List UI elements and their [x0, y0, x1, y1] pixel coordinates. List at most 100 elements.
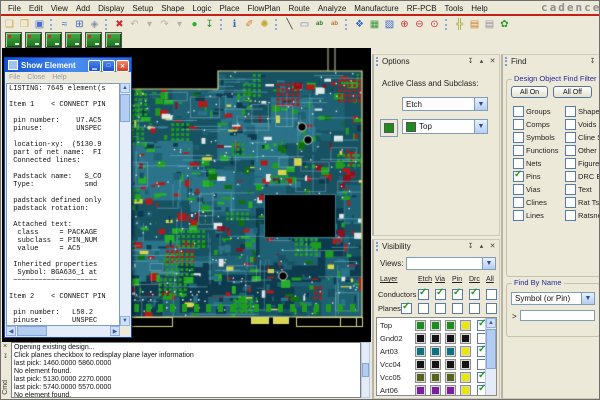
panel-grip-icon[interactable] — [376, 242, 380, 251]
layer-color-swatch[interactable] — [445, 346, 456, 357]
find-functions-checkbox[interactable] — [513, 145, 524, 156]
menu-view[interactable]: View — [47, 4, 72, 13]
menu-tools[interactable]: Tools — [441, 4, 468, 13]
board-view-tool-6-icon[interactable] — [105, 32, 122, 48]
layer-color-swatch[interactable] — [430, 346, 441, 357]
board-view-tool-4-icon[interactable] — [65, 32, 82, 48]
layer-color-swatch[interactable] — [430, 359, 441, 370]
layer-color-swatch[interactable] — [415, 320, 426, 331]
board-view-tool-3-icon[interactable] — [45, 32, 62, 48]
layer-color-swatch[interactable] — [460, 385, 471, 396]
layer-color-swatch[interactable] — [445, 359, 456, 370]
color-layer-icon[interactable]: ▤ — [482, 18, 497, 31]
menu-route[interactable]: Route — [284, 4, 313, 13]
new-file-icon[interactable]: ❏ — [2, 18, 17, 31]
layer-row[interactable]: Top — [377, 318, 486, 331]
layer-color-swatch[interactable] — [460, 333, 471, 344]
show-element-hscroll[interactable]: ◀ ▶ — [6, 326, 120, 336]
command-log[interactable]: Opening existing design...Click planes c… — [11, 342, 361, 398]
find-rat-ts-checkbox[interactable] — [565, 197, 576, 208]
move-icon[interactable]: ◈ — [87, 18, 102, 31]
menu-help[interactable]: Help — [467, 4, 491, 13]
conductors-drc-checkbox[interactable] — [469, 289, 480, 300]
open-folder-icon[interactable]: ❐ — [17, 18, 32, 31]
all-on-button[interactable]: All On — [511, 86, 548, 98]
views-dropdown[interactable]: ▼ — [406, 257, 496, 270]
menu-edit[interactable]: Edit — [25, 4, 47, 13]
menu-rf-pcb[interactable]: RF-PCB — [403, 4, 441, 13]
layer-color-swatch[interactable] — [445, 372, 456, 383]
find-comps-checkbox[interactable] — [513, 119, 524, 130]
find-groups-checkbox[interactable] — [513, 106, 524, 117]
conductors-pin-checkbox[interactable] — [452, 289, 463, 300]
find-cline-segs-checkbox[interactable] — [565, 132, 576, 143]
find-nets-checkbox[interactable] — [513, 158, 524, 169]
pin-icon[interactable]: ↧ — [3, 353, 8, 360]
menu-manufacture[interactable]: Manufacture — [350, 4, 402, 13]
show-measure-icon[interactable]: ⊞ — [72, 18, 87, 31]
layer-color-swatch[interactable] — [460, 359, 471, 370]
layer-color-swatch[interactable] — [460, 346, 471, 357]
find-panel-header[interactable]: Find ↧ — [503, 55, 599, 68]
layer-color-swatch[interactable] — [460, 372, 471, 383]
menu-setup[interactable]: Setup — [128, 4, 157, 13]
menu-add[interactable]: Add — [72, 4, 94, 13]
layer-row[interactable]: Vcc04 — [377, 357, 486, 370]
planes-etch-checkbox[interactable] — [418, 303, 429, 314]
zoom-points-icon[interactable]: ▧ — [382, 18, 397, 31]
find-symbols-checkbox[interactable] — [513, 132, 524, 143]
show-element-icon[interactable]: ℹ — [227, 18, 242, 31]
grid-toggle-icon[interactable]: ╬ — [452, 18, 467, 31]
add-connect-icon[interactable]: ≈ — [57, 18, 72, 31]
conductors-all-checkbox[interactable] — [486, 289, 497, 300]
find-pins-checkbox[interactable] — [513, 171, 524, 182]
chevron-down-icon[interactable]: ▼ — [474, 98, 487, 110]
shape-edit-icon[interactable]: ✿ — [497, 18, 512, 31]
chevron-down-icon[interactable]: ▼ — [474, 120, 487, 133]
layer-color-swatch[interactable] — [415, 333, 426, 344]
layer-row[interactable]: Gnd02 — [377, 331, 486, 344]
layer-color-swatch[interactable] — [430, 320, 441, 331]
find-ratsnests-checkbox[interactable] — [565, 210, 576, 221]
scroll-down-icon[interactable]: ▼ — [120, 316, 130, 326]
dehighlight-icon[interactable]: ✺ — [257, 18, 272, 31]
zoom-previous-icon[interactable]: ⊙ — [427, 18, 442, 31]
find-voids-checkbox[interactable] — [565, 119, 576, 130]
menu-place[interactable]: Place — [216, 4, 244, 13]
zoom-in-icon[interactable]: ⊕ — [397, 18, 412, 31]
find-name-type-dropdown[interactable]: Symbol (or Pin) ▼ — [511, 292, 595, 305]
visibility-panel-header[interactable]: Visibility ↧ ▴ ✕ — [374, 240, 499, 253]
pushpin-icon[interactable]: ↧ — [202, 18, 217, 31]
layer-color-swatch[interactable] — [445, 385, 456, 396]
layer-row[interactable]: Vcc05 — [377, 370, 486, 383]
board-view-tool-2-icon[interactable] — [25, 32, 42, 48]
find-figures-checkbox[interactable] — [565, 158, 576, 169]
close-icon[interactable]: ✕ — [488, 56, 497, 65]
layer-color-swatch[interactable] — [445, 333, 456, 344]
panel-grip-icon[interactable] — [505, 57, 509, 66]
all-off-button[interactable]: All Off — [553, 86, 592, 98]
close-icon[interactable]: ✕ — [116, 60, 129, 72]
save-icon[interactable]: ▣ — [32, 18, 47, 31]
close-icon[interactable]: × — [3, 343, 7, 350]
add-line-icon[interactable]: ╲ — [282, 18, 297, 31]
zoom-out-icon[interactable]: ⊖ — [412, 18, 427, 31]
find-lines-checkbox[interactable] — [513, 210, 524, 221]
show-element-titlebar[interactable]: Show Element ▁ □ ✕ — [5, 58, 131, 72]
show-element-menu-help[interactable]: Help — [52, 74, 66, 81]
scroll-right-icon[interactable]: ▶ — [110, 326, 120, 336]
highlight-icon[interactable]: ● — [187, 18, 202, 31]
layer-color-swatch[interactable] — [460, 320, 471, 331]
layer-color-swatch[interactable] — [415, 346, 426, 357]
planes-via-checkbox[interactable] — [435, 303, 446, 314]
layer-color-swatch[interactable] — [430, 385, 441, 396]
planes-pin-checkbox[interactable] — [452, 303, 463, 314]
find-name-input[interactable] — [520, 310, 595, 321]
layer-color-swatch[interactable] — [430, 333, 441, 344]
options-panel-header[interactable]: Options ↧ ▴ ✕ — [374, 55, 499, 68]
show-element-menu-file[interactable]: File — [9, 74, 20, 81]
layer-color-swatch[interactable] — [430, 372, 441, 383]
planes-enable-checkbox[interactable] — [401, 303, 412, 314]
conductors-via-checkbox[interactable] — [435, 289, 446, 300]
scroll-thumb[interactable] — [17, 326, 47, 336]
